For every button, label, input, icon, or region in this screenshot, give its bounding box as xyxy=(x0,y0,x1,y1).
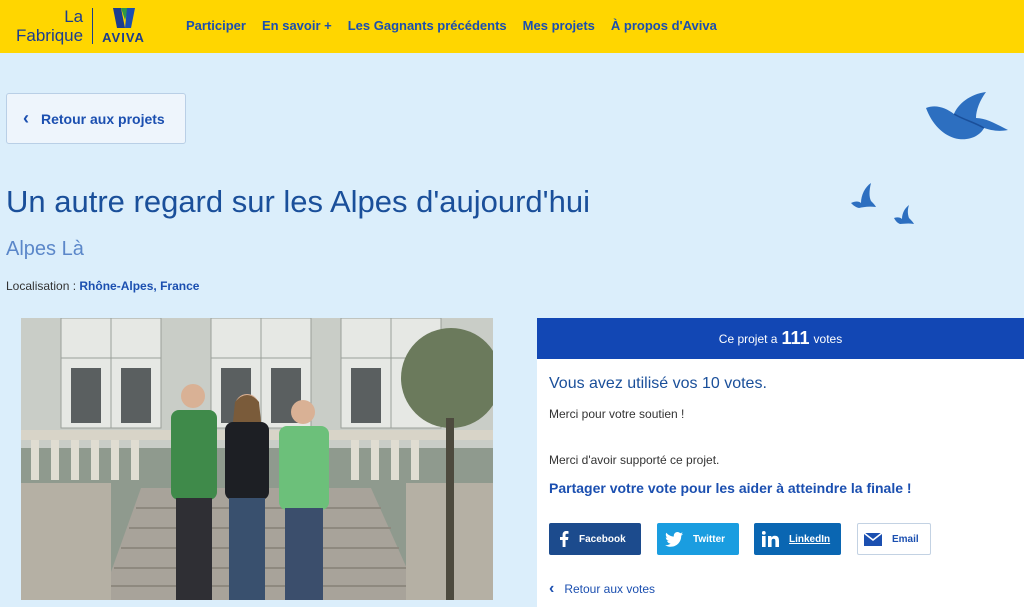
twitter-label: Twitter xyxy=(693,533,726,545)
nav-mes-projets[interactable]: Mes projets xyxy=(523,18,595,33)
project-title: Un autre regard sur les Alpes d'aujourd'… xyxy=(6,184,590,219)
project-location: Localisation : Rhône-Alpes, France xyxy=(6,279,199,293)
location-label: Localisation : xyxy=(6,279,77,293)
location-value: Rhône-Alpes, France xyxy=(79,279,200,293)
linkedin-icon xyxy=(762,531,779,547)
vote-suffix: votes xyxy=(813,331,843,346)
logo[interactable]: La Fabrique AVIVA xyxy=(16,6,145,46)
small-bird-icon xyxy=(894,205,914,224)
logo-line2: Fabrique xyxy=(16,26,84,45)
facebook-icon xyxy=(560,531,569,547)
main-nav: Participer En savoir + Les Gagnants préc… xyxy=(186,18,733,33)
logo-line1: La xyxy=(64,7,84,26)
facebook-share-button[interactable]: Facebook xyxy=(549,523,641,555)
logo-separator xyxy=(92,8,94,44)
back-to-projects-button[interactable]: ‹ Retour aux projets xyxy=(6,93,186,144)
twitter-icon xyxy=(665,531,683,547)
chevron-left-icon: ‹ xyxy=(549,580,555,597)
vote-count-bar: Ce projet a 111 votes xyxy=(537,318,1024,359)
votes-used-message: Vous avez utilisé vos 10 votes. xyxy=(549,375,767,392)
aviva-wordmark: AVIVA xyxy=(102,29,145,45)
back-to-projects-label: Retour aux projets xyxy=(41,110,165,127)
twitter-share-button[interactable]: Twitter xyxy=(657,523,739,555)
nav-en-savoir[interactable]: En savoir + xyxy=(262,18,332,33)
project-photo xyxy=(21,318,493,600)
facebook-label: Facebook xyxy=(579,533,626,545)
nav-participer[interactable]: Participer xyxy=(186,18,246,33)
vote-prefix: Ce projet a xyxy=(718,331,778,346)
logo-text: La Fabrique xyxy=(16,7,83,45)
back-to-votes-label: Retour aux votes xyxy=(564,582,656,596)
email-share-button[interactable]: Email xyxy=(857,523,931,555)
email-label: Email xyxy=(892,533,919,545)
team-photo xyxy=(21,318,493,600)
nav-gagnants[interactable]: Les Gagnants précédents xyxy=(348,18,507,33)
top-bar: La Fabrique AVIVA Participer En savoir +… xyxy=(0,0,1024,53)
linkedin-share-button[interactable]: LinkedIn xyxy=(754,523,841,555)
chevron-left-icon: ‹ xyxy=(23,108,29,128)
share-prompt: Partager votre vote pour les aider à att… xyxy=(549,480,912,496)
envelope-icon xyxy=(864,532,882,546)
aviva-flag-icon xyxy=(112,7,135,28)
project-team: Alpes Là xyxy=(6,238,84,260)
supported-message: Merci d'avoir supporté ce projet. xyxy=(549,453,720,467)
aviva-logo: AVIVA xyxy=(102,7,145,45)
nav-a-propos[interactable]: À propos d'Aviva xyxy=(611,18,717,33)
back-to-votes-link[interactable]: ‹ Retour aux votes xyxy=(549,580,655,598)
linkedin-label: LinkedIn xyxy=(789,533,831,545)
small-bird-icon xyxy=(851,183,876,208)
vote-count: 111 xyxy=(781,328,810,348)
thanks-message: Merci pour votre soutien ! xyxy=(549,407,685,421)
bird-icon xyxy=(926,92,1008,140)
vote-panel: Ce projet a 111 votes Vous avez utilisé … xyxy=(537,318,1024,607)
